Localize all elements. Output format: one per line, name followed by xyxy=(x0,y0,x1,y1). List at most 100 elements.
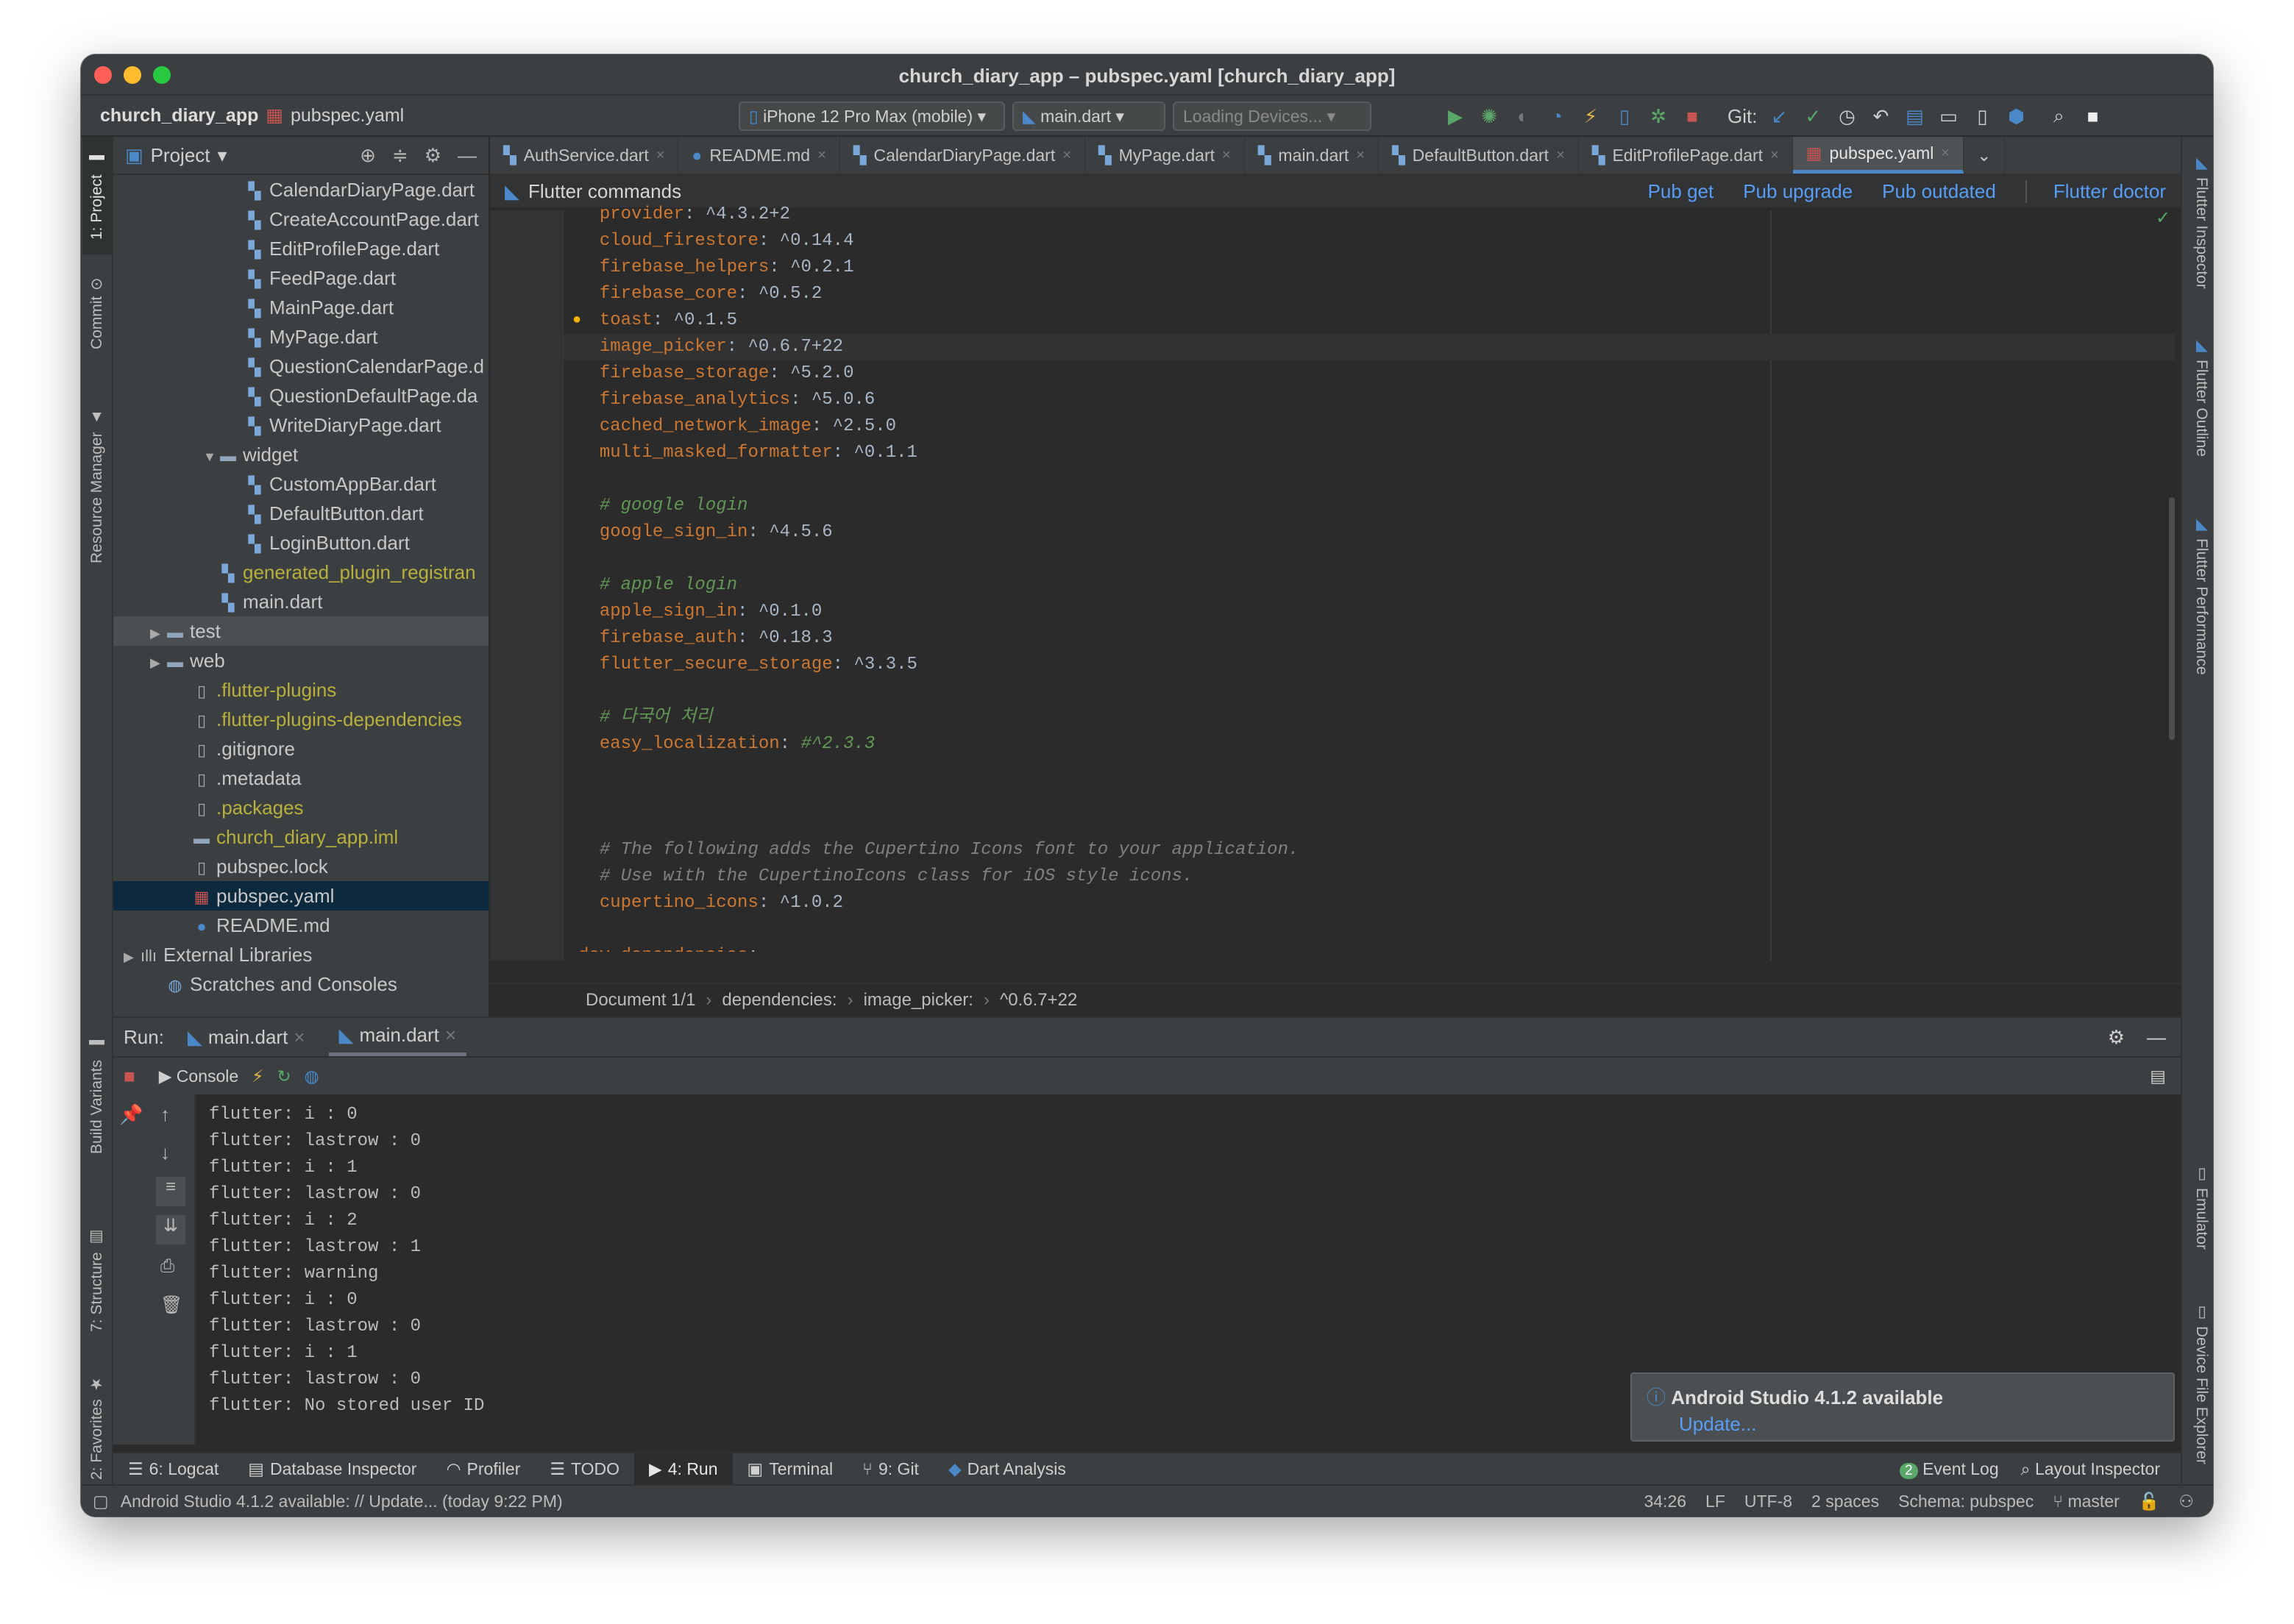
lightbulb-icon[interactable]: ● xyxy=(572,307,581,334)
stop-icon[interactable]: ■ xyxy=(124,1065,135,1088)
tree-item[interactable]: ▚ WriteDiaryPage.dart xyxy=(113,410,489,440)
console-output[interactable]: flutter: i : 0 flutter: lastrow : 0 flutte… xyxy=(209,1102,484,1420)
tool-tab-flutter-outline[interactable]: ◣ Flutter Outline xyxy=(2187,319,2213,474)
expand-arrow-icon[interactable]: ▶ xyxy=(150,619,165,648)
tree-item[interactable]: ▚ EditProfilePage.dart xyxy=(113,234,489,263)
close-icon[interactable]: × xyxy=(445,1024,456,1047)
tree-item[interactable]: ▚ QuestionDefaultPage.da xyxy=(113,381,489,410)
tool-tab-profiler[interactable]: ◠ Profiler xyxy=(431,1453,535,1485)
soft-wrap-icon[interactable]: ≡ xyxy=(156,1177,185,1206)
code-line[interactable]: 51 xyxy=(564,784,2175,811)
code-line[interactable]: 33 ●toast: ^0.1.5 xyxy=(564,307,2175,334)
tree-item[interactable]: ▚ DefaultButton.dart xyxy=(113,499,489,528)
tab-overflow-chevron-icon[interactable]: ⌄ xyxy=(1964,137,2006,174)
tree-item[interactable]: ▶ ▬ web xyxy=(113,646,489,675)
expand-arrow-icon[interactable]: ▼ xyxy=(203,442,218,471)
tree-item[interactable]: ▚ generated_plugin_registran xyxy=(113,558,489,587)
event-log-tab[interactable]: 2 Event Log xyxy=(1900,1459,1999,1479)
locate-icon[interactable]: ⊕ xyxy=(360,144,376,167)
project-structure-icon[interactable]: ▤ xyxy=(1903,105,1926,128)
chevron-down-icon[interactable]: ▾ xyxy=(218,144,227,167)
update-link[interactable]: Update... xyxy=(1679,1413,2159,1436)
tree-item[interactable]: ▯ .flutter-plugins-dependencies xyxy=(113,705,489,734)
code-line[interactable]: 44 apple_sign_in: ^0.1.0 xyxy=(564,599,2175,625)
pub-get-link[interactable]: Pub get xyxy=(1648,180,1714,203)
editor-tab[interactable]: ● README.md × xyxy=(678,137,840,174)
scroll-to-end-icon[interactable]: ⇊ xyxy=(156,1215,185,1244)
flutter-doctor-link[interactable]: Flutter doctor xyxy=(2025,179,2166,203)
tool-tab-structure[interactable]: 7: Structure ▤ xyxy=(82,1211,112,1350)
code-line[interactable]: 36 firebase_analytics: ^5.0.6 xyxy=(564,387,2175,413)
code-line[interactable]: 39 xyxy=(564,466,2175,493)
tree-item[interactable]: ▯ .flutter-plugins xyxy=(113,675,489,705)
tree-item[interactable]: ▚ CreateAccountPage.dart xyxy=(113,204,489,234)
tool-tab-favorites[interactable]: 2: Favorites ★ xyxy=(82,1358,112,1497)
editor-tab[interactable]: ▚ main.dart × xyxy=(1245,137,1379,174)
terminal-icon[interactable]: ▭ xyxy=(1936,105,1960,128)
expand-arrow-icon[interactable]: ▶ xyxy=(124,942,138,972)
tool-tab-flutter-performance[interactable]: ◣ Flutter Performance xyxy=(2187,488,2213,702)
code-line[interactable]: 43 # apple login xyxy=(564,572,2175,599)
hot-reload-icon[interactable]: ⚡ xyxy=(1579,105,1602,128)
json-schema[interactable]: Schema: pubspec xyxy=(1898,1492,2034,1511)
avd-manager-icon[interactable]: ▯ xyxy=(1970,105,1994,128)
project-view-selector[interactable]: Project xyxy=(151,144,210,167)
pin-icon[interactable]: 📌 xyxy=(119,1103,143,1126)
console-tab[interactable]: ▶ Console xyxy=(159,1066,238,1086)
code-line[interactable]: 56 xyxy=(564,916,2175,943)
hot-restart-icon[interactable]: ↻ xyxy=(277,1066,291,1086)
code-line[interactable]: 50 xyxy=(564,758,2175,784)
arrow-up-icon[interactable]: ↑ xyxy=(160,1103,170,1126)
breadcrumb-project[interactable]: church_diary_app xyxy=(100,105,258,127)
breadcrumb-dependencies[interactable]: dependencies: xyxy=(722,990,837,1011)
code-line[interactable]: 53 # The following adds the Cupertino Ic… xyxy=(564,837,2175,863)
code-line[interactable]: 41 google_sign_in: ^4.5.6 xyxy=(564,519,2175,546)
code-line[interactable]: 30 cloud_firestore: ^0.14.4 xyxy=(564,228,2175,254)
code-line[interactable]: 38 multi_masked_formatter: ^0.1.1 xyxy=(564,440,2175,466)
tool-tab-commit[interactable]: Commit ⊙ xyxy=(82,262,112,365)
close-icon[interactable]: × xyxy=(1222,147,1231,164)
run-config-selector[interactable]: ◣ main.dart ▾ xyxy=(1012,102,1165,131)
code-line[interactable]: 45 firebase_auth: ^0.18.3 xyxy=(564,625,2175,652)
layout-icon[interactable]: ▤ xyxy=(2150,1066,2166,1086)
code-line[interactable]: 37 cached_network_image: ^2.5.0 xyxy=(564,413,2175,440)
tree-item[interactable]: ▦ pubspec.yaml xyxy=(113,881,489,911)
code-editor[interactable]: 29 provider: ^4.3.2+230 cloud_firestore:… xyxy=(564,202,2175,952)
avatar[interactable]: ■ xyxy=(2081,105,2104,128)
tree-item[interactable]: ▯ .packages xyxy=(113,793,489,822)
editor-scrollbar[interactable] xyxy=(2169,497,2175,740)
target-device-selector[interactable]: Loading Devices... ▾ xyxy=(1173,102,1371,131)
caret-position[interactable]: 34:26 xyxy=(1644,1492,1686,1511)
tool-tab-flutter-inspector[interactable]: ◣ Flutter Inspector xyxy=(2187,137,2213,306)
close-icon[interactable]: × xyxy=(656,147,665,164)
print-icon[interactable]: ⎙ xyxy=(160,1256,174,1277)
status-message[interactable]: Android Studio 4.1.2 available: // Updat… xyxy=(121,1492,563,1511)
tool-tab-device-file-explorer[interactable]: ▯ Device File Explorer xyxy=(2187,1277,2213,1490)
close-icon[interactable]: × xyxy=(1556,147,1565,164)
device-selector[interactable]: ▯ iPhone 12 Pro Max (mobile) ▾ xyxy=(739,102,1005,131)
code-line[interactable]: 46 flutter_secure_storage: ^3.3.5 xyxy=(564,652,2175,678)
tree-item[interactable]: ▚ FeedPage.dart xyxy=(113,263,489,293)
editor-tab[interactable]: ▚ EditProfilePage.dart × xyxy=(1579,137,1793,174)
toggle-tool-windows-icon[interactable]: ▢ xyxy=(93,1492,109,1511)
tree-item[interactable]: ▚ MyPage.dart xyxy=(113,322,489,352)
breadcrumb-document[interactable]: Document 1/1 xyxy=(586,990,695,1011)
tree-item[interactable]: ▬ church_diary_app.iml xyxy=(113,822,489,852)
tree-item[interactable]: ▚ LoginButton.dart xyxy=(113,528,489,558)
editor-tab[interactable]: ▦ pubspec.yaml × xyxy=(1792,137,1964,174)
code-line[interactable]: 52 xyxy=(564,811,2175,837)
devtools-icon[interactable]: ◍ xyxy=(305,1066,319,1086)
tool-tab-resource-manager[interactable]: Resource Manager ▲ xyxy=(82,372,112,600)
breadcrumb-file[interactable]: pubspec.yaml xyxy=(291,105,404,127)
tool-tab-project[interactable]: 1: Project ▬ xyxy=(82,137,112,254)
code-line[interactable]: 55 cupertino_icons: ^1.0.2 xyxy=(564,890,2175,916)
editor-tab[interactable]: ▚ MyPage.dart × xyxy=(1085,137,1245,174)
run-tab-2[interactable]: ◣ main.dart × xyxy=(328,1018,467,1056)
breadcrumb-value[interactable]: ^0.6.7+22 xyxy=(1000,990,1077,1011)
run-tab-1[interactable]: ◣ main.dart × xyxy=(177,1018,316,1056)
inspection-ok-icon[interactable]: ✓ xyxy=(2156,207,2170,229)
code-line[interactable]: 57dev_dependencies: xyxy=(564,943,2175,952)
tree-item[interactable]: ▚ CustomAppBar.dart xyxy=(113,469,489,499)
tree-item[interactable]: ▯ .gitignore xyxy=(113,734,489,763)
sync-icon[interactable]: ✲ xyxy=(1647,105,1670,128)
